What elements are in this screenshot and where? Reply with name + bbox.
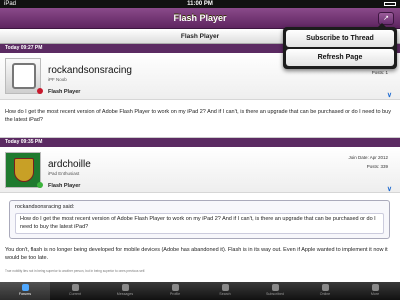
post-username[interactable]: rockandsonsracing <box>48 65 132 76</box>
post-count: Posts: 339 <box>366 164 388 169</box>
search-icon <box>221 284 229 291</box>
tab-current[interactable]: Current <box>50 282 100 300</box>
post-body: How do I get the most recent version of … <box>5 109 391 123</box>
tab-messages[interactable]: Messages <box>100 282 150 300</box>
crest-avatar-icon <box>14 158 34 182</box>
post-count: Posts: 1 <box>371 70 388 75</box>
thread-options-popover: Subscribe to Thread Refresh Page <box>283 23 397 69</box>
post-title: Flash Player <box>48 183 81 189</box>
avatar[interactable] <box>5 58 41 94</box>
battery-icon <box>384 2 396 6</box>
popover-arrow <box>377 23 387 28</box>
profile-icon <box>171 284 179 291</box>
tab-label: Subscribed <box>266 292 284 296</box>
tab-label: More <box>370 292 380 296</box>
tab-label: Forums <box>18 292 32 296</box>
post: ardchoille iPad Enthusiast Flash Player … <box>0 147 400 282</box>
subscribe-thread-button[interactable]: Subscribe to Thread <box>286 30 394 47</box>
status-time: 11:00 PM <box>187 1 213 7</box>
offline-status-icon <box>37 88 43 94</box>
tab-label: Search <box>219 292 231 296</box>
tab-label: Current <box>69 292 81 296</box>
post-username[interactable]: ardchoille <box>48 159 91 170</box>
quote-block: rockandsonsracing said: How do I get the… <box>9 200 390 239</box>
tab-label: Messages <box>116 292 134 296</box>
status-bar: iPad 11:00 PM <box>0 0 400 8</box>
online-status-icon <box>37 182 43 188</box>
tab-label: Profile <box>169 292 181 296</box>
tab-search[interactable]: Search <box>200 282 250 300</box>
more-icon <box>371 284 379 291</box>
thread-content[interactable]: Today 09:27 PM rockandsonsracing iPF Noo… <box>0 44 400 282</box>
signature: True nobility lies not in being superior… <box>5 269 146 273</box>
current-icon <box>71 284 79 291</box>
online-icon <box>321 284 329 291</box>
user-rank: iPF Noob <box>48 77 67 82</box>
forums-icon <box>21 284 29 291</box>
tab-profile[interactable]: Profile <box>150 282 200 300</box>
post-user-block[interactable]: ardchoille iPad Enthusiast Flash Player … <box>0 147 400 193</box>
tab-forums[interactable]: Forums <box>0 282 50 300</box>
subscribed-icon <box>271 284 279 291</box>
avatar[interactable] <box>5 152 41 188</box>
tab-subscribed[interactable]: Subscribed <box>250 282 300 300</box>
messages-icon <box>121 284 129 291</box>
tab-more[interactable]: More <box>350 282 400 300</box>
quote-author: rockandsonsracing said: <box>15 204 75 210</box>
quote-text: How do I get the most recent version of … <box>15 213 384 234</box>
refresh-page-button[interactable]: Refresh Page <box>286 49 394 66</box>
user-rank: iPad Enthusiast <box>48 171 80 176</box>
post-title: Flash Player <box>48 89 81 95</box>
post-date-bar: Today 09:35 PM <box>0 138 400 147</box>
navigation-bar: Flash Player ↗ <box>0 8 400 29</box>
ipad-avatar-icon <box>12 63 36 89</box>
post-body: You don't, flash is no longer being deve… <box>5 247 388 261</box>
join-date: Join Date: Apr 2012 <box>348 155 388 160</box>
tab-bar: Forums Current Messages Profile Search S… <box>0 282 400 300</box>
nav-title: Flash Player <box>173 13 227 23</box>
chevron-down-icon[interactable]: ∨ <box>387 91 392 99</box>
chevron-down-icon[interactable]: ∨ <box>387 185 392 193</box>
tab-label: Online <box>319 292 331 296</box>
tab-online[interactable]: Online <box>300 282 350 300</box>
